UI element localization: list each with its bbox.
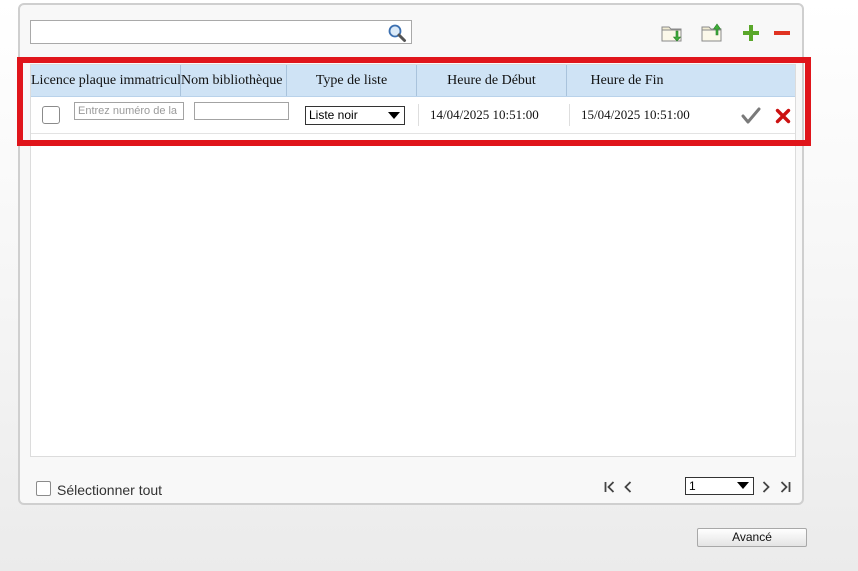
search-box (30, 20, 412, 44)
search-icon[interactable] (387, 23, 407, 43)
advanced-button[interactable]: Avancé (697, 528, 807, 547)
folder-import-icon[interactable] (661, 22, 683, 44)
end-time-value[interactable]: 15/04/2025 10:51:00 (581, 97, 690, 133)
row-checkbox[interactable] (42, 106, 60, 124)
last-page-icon[interactable] (778, 480, 792, 494)
table-header: Licence plaque immatriculation Nom bibli… (31, 65, 795, 97)
page-value: 1 (689, 479, 696, 493)
cell-divider (418, 104, 419, 126)
list-type-select[interactable]: Liste noir (305, 106, 405, 125)
column-header-end-time[interactable]: Heure de Fin (567, 65, 687, 96)
chevron-down-icon (737, 482, 749, 489)
plus-icon[interactable] (741, 23, 761, 43)
delete-icon[interactable] (775, 108, 791, 124)
column-header-library[interactable]: Nom bibliothèque (181, 65, 287, 96)
previous-page-icon[interactable] (622, 480, 634, 494)
folder-export-icon[interactable] (701, 21, 723, 43)
cell-divider (569, 104, 570, 126)
start-time-value[interactable]: 14/04/2025 10:51:00 (430, 97, 539, 133)
select-all-checkbox[interactable] (36, 481, 51, 496)
chevron-down-icon (388, 112, 400, 119)
column-header-start-time[interactable]: Heure de Début (417, 65, 567, 96)
search-input[interactable] (31, 21, 381, 43)
library-name-input[interactable] (194, 102, 289, 120)
plate-number-input[interactable] (74, 102, 184, 120)
column-header-plate[interactable]: Licence plaque immatriculation (31, 65, 181, 96)
select-all-label: Sélectionner tout (57, 482, 163, 498)
first-page-icon[interactable] (603, 480, 617, 494)
plate-list-table: Licence plaque immatriculation Nom bibli… (30, 64, 796, 457)
checkmark-icon[interactable] (741, 107, 761, 125)
list-type-value: Liste noir (309, 108, 358, 122)
next-page-icon[interactable] (760, 480, 772, 494)
column-header-list-type[interactable]: Type de liste (287, 65, 417, 96)
minus-icon[interactable] (772, 23, 792, 43)
table-row: Liste noir 14/04/2025 10:51:00 15/04/202… (31, 97, 795, 134)
page-select[interactable]: 1 (685, 477, 754, 495)
